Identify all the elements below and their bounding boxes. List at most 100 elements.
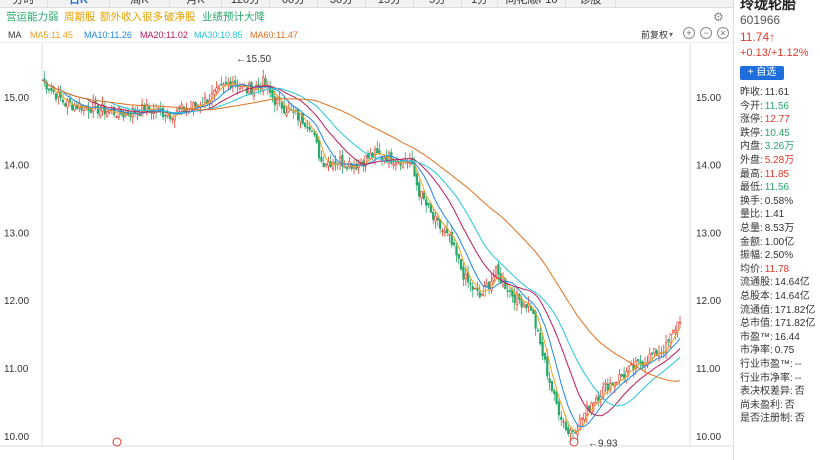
adjust-mode[interactable]: 前复权: [641, 27, 668, 43]
y-tick-label-right: 11.00: [696, 364, 721, 375]
y-tick-label-left: 11.00: [4, 364, 29, 375]
candle-body: [636, 359, 640, 362]
tab-3[interactable]: 月K: [170, 0, 222, 7]
candle-body: [64, 103, 67, 107]
tab-9[interactable]: 1分: [462, 0, 498, 7]
high-annotation: ←15.50: [236, 54, 271, 65]
ma20-value: MA20:11.02: [140, 30, 188, 40]
stat-label: 内盘:: [740, 141, 763, 153]
candle-body: [73, 104, 76, 111]
candle-body: [513, 294, 516, 303]
candle-body: [557, 401, 561, 416]
stat-label: 外盘:: [740, 155, 763, 166]
stat-row: 外盘: 5.28万: [740, 155, 794, 167]
gear-icon[interactable]: ⚙: [713, 9, 724, 26]
candle-body: [338, 157, 342, 166]
tag-operating-weak[interactable]: 营运能力弱: [6, 9, 59, 26]
add-watchlist-button[interactable]: + 自选: [740, 66, 784, 80]
tab-1[interactable]: 日K: [48, 0, 110, 7]
candle-body: [54, 93, 58, 100]
candle-body: [313, 132, 316, 136]
candle-body: [536, 329, 540, 332]
candle-body: [345, 166, 349, 170]
tab-10[interactable]: 同花顺F10: [498, 0, 566, 7]
candle-body: [236, 85, 239, 88]
candle-body: [99, 109, 102, 117]
stat-value: 0.75: [774, 345, 795, 357]
dropdown-icon[interactable]: ▾: [669, 27, 673, 43]
tab-0[interactable]: 分时: [0, 0, 48, 7]
candle-body: [71, 104, 74, 111]
tag-earnings-drop[interactable]: 业绩预计大降: [202, 9, 265, 26]
zoom-out-icon[interactable]: −: [700, 27, 712, 39]
tab-5[interactable]: 60分: [270, 0, 318, 7]
zoom-in-icon[interactable]: +: [683, 27, 695, 39]
tab-7[interactable]: 15分: [366, 0, 414, 7]
tab-11[interactable]: 诊股: [566, 0, 616, 7]
candle-body: [457, 254, 460, 259]
candle-body: [392, 163, 395, 166]
tab-4[interactable]: 120分: [222, 0, 270, 7]
stat-row: 内盘: 3.26万: [740, 141, 794, 153]
kline-chart[interactable]: 15.00 15.00 14.00 14.00 13.00 13.00 12.00 12.00…: [0, 44, 733, 460]
candle-body: [322, 162, 325, 168]
candle-body: [324, 163, 328, 166]
tab-8[interactable]: 5分: [414, 0, 462, 7]
candle-body: [47, 88, 51, 91]
candle-body: [422, 192, 425, 200]
candle-body: [245, 87, 249, 94]
candle-body: [220, 83, 223, 86]
y-tick-label-right: 13.00: [696, 228, 721, 239]
candle-body: [432, 212, 435, 220]
candle-body: [555, 392, 558, 404]
candle-body: [441, 230, 444, 232]
candle-body: [257, 84, 260, 87]
stock-change: +0.13/+1.12%: [740, 47, 809, 59]
stat-row: 均价: 11.78: [740, 264, 789, 276]
stat-value: 11.56: [764, 182, 790, 194]
stat-value: 14.64亿: [774, 277, 810, 289]
stat-label: 总量:: [740, 223, 763, 234]
tag-extra-income[interactable]: 额外收入很多: [100, 9, 163, 26]
candle-body: [453, 242, 456, 246]
candle-body: [550, 381, 554, 392]
candle-body: [539, 332, 542, 345]
tab-6[interactable]: 30分: [318, 0, 366, 7]
period-tabs: 分时 日K 周K 月K 120分 60分 30分 15分 5分 1分 同花顺F10 诊股: [0, 0, 733, 8]
ma60-value: MA60:11.47: [250, 30, 298, 40]
ma10-line: [41, 79, 681, 428]
stock-code: 601966: [740, 13, 781, 27]
event-marker-icon: [569, 437, 579, 447]
stat-value: 11.85: [764, 168, 790, 180]
tab-2[interactable]: 周K: [110, 0, 170, 7]
stat-label: 流通值:: [740, 304, 773, 316]
low-annotation: ←9.93: [588, 439, 618, 450]
stat-value: 14.64亿: [774, 291, 810, 302]
candle-body: [595, 398, 598, 404]
stat-label: 总市值:: [740, 318, 773, 330]
stat-value: 11.56: [764, 100, 790, 112]
candle-body: [560, 416, 563, 420]
close-icon[interactable]: ×: [717, 27, 729, 39]
stat-row: 涨停: 12.77: [740, 114, 790, 126]
ma10-value: MA10:11.26: [84, 30, 132, 40]
candle-body: [478, 291, 481, 298]
candle-body: [269, 86, 272, 93]
tag-below-book[interactable]: 破净股: [164, 9, 196, 26]
stock-price: 11.74↑: [740, 30, 776, 44]
candle-body: [61, 99, 65, 103]
candle-body: [341, 154, 344, 167]
stat-label: 表决权差异:: [740, 386, 793, 398]
candle-body: [597, 395, 600, 401]
stat-label: 跌停:: [740, 127, 763, 139]
stat-row: 总股本: 14.64亿: [740, 291, 810, 303]
stat-value: 0.58%: [764, 195, 794, 207]
ma5-line: [41, 79, 681, 433]
candle-body: [308, 127, 311, 131]
candle-body: [648, 353, 651, 362]
stat-label: 行业市净率:: [740, 372, 793, 384]
tag-cyclical[interactable]: 周期股: [64, 9, 96, 26]
stat-row: 换手: 0.58%: [740, 196, 793, 208]
candle-body: [492, 276, 495, 281]
candle-body: [425, 199, 428, 206]
